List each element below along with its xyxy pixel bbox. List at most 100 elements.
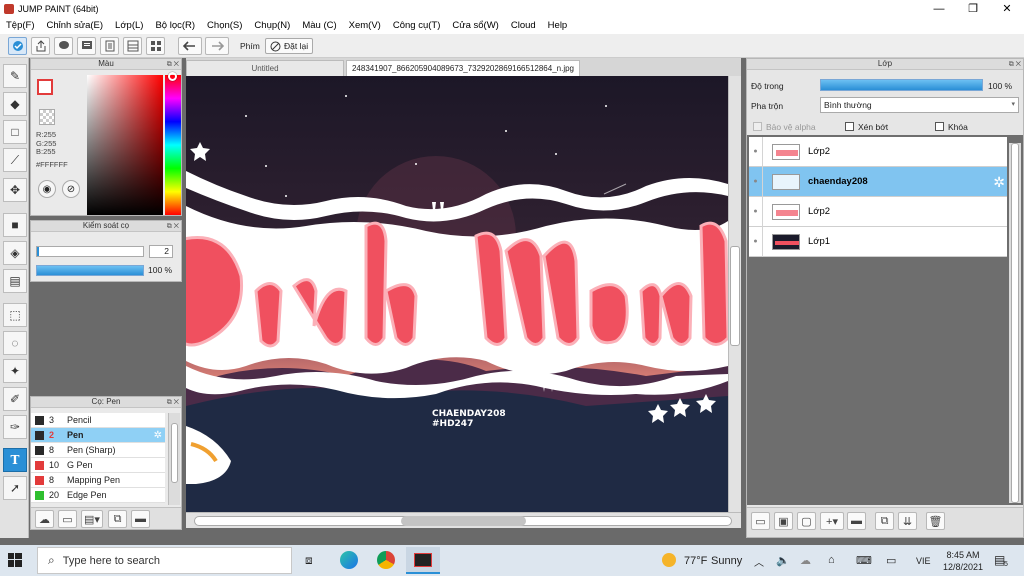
close-button[interactable]: ✕: [990, 0, 1024, 17]
new-raster-layer-icon[interactable]: ▢: [797, 512, 816, 530]
hue-handle[interactable]: [168, 72, 177, 81]
duplicate-layer-icon[interactable]: ⧉: [875, 512, 894, 530]
brush-item-pen[interactable]: 2 Pen ✲: [31, 428, 165, 443]
windows-start-icon[interactable]: [8, 553, 22, 569]
canvas-vertical-scrollbar[interactable]: [728, 76, 741, 512]
brush-item-pencil[interactable]: 3 Pencil: [31, 413, 165, 428]
clipping-checkbox[interactable]: [845, 122, 854, 131]
brush-opacity-slider[interactable]: [36, 265, 144, 276]
brush-add-menu-icon[interactable]: ▤▾: [81, 510, 103, 528]
canvas-horizontal-scrollbar[interactable]: [186, 512, 741, 528]
scrollbar-thumb[interactable]: [401, 516, 526, 526]
menu-select[interactable]: Chọn(S): [201, 20, 248, 31]
rect-select-tool-icon[interactable]: ⬚: [3, 303, 27, 327]
merge-layer-icon[interactable]: ⇊: [898, 512, 917, 530]
layer-settings-gear-icon[interactable]: ✲: [993, 174, 1005, 191]
menu-color[interactable]: Màu (C): [296, 20, 342, 31]
fill-shape-tool-icon[interactable]: ■: [3, 213, 27, 237]
edge-browser-icon[interactable]: [340, 551, 358, 569]
grid-settings-icon[interactable]: [146, 37, 165, 55]
new-folder-icon[interactable]: ▬: [847, 512, 866, 530]
select-pen-tool-icon[interactable]: ✐: [3, 387, 27, 411]
lasso-tool-icon[interactable]: ◌: [3, 331, 27, 355]
layer-visibility-icon[interactable]: ●: [749, 166, 763, 197]
saturation-value-picker[interactable]: [87, 75, 163, 215]
brush-folder-icon[interactable]: ▬: [131, 510, 150, 528]
chevron-up-icon[interactable]: ︿: [754, 554, 764, 569]
layer-visibility-icon[interactable]: ●: [749, 226, 763, 257]
menu-view[interactable]: Xem(V): [343, 20, 387, 31]
jump-paint-taskbar-icon[interactable]: [406, 547, 440, 574]
eraser-tool-icon[interactable]: ◆: [3, 92, 27, 116]
page-icon[interactable]: [100, 37, 119, 55]
menu-file[interactable]: Tệp(F): [0, 20, 41, 31]
menu-cloud[interactable]: Cloud: [505, 20, 542, 31]
tab-untitled[interactable]: Untitled: [186, 60, 344, 76]
panel-controls-icon[interactable]: ⧉ ✕: [1009, 60, 1021, 70]
layer-row[interactable]: ● Lớp2: [749, 196, 1007, 227]
export-icon[interactable]: [31, 37, 50, 55]
brush-item-pen-sharp[interactable]: 8 Pen (Sharp): [31, 443, 165, 458]
new-layer-icon[interactable]: ▭: [751, 512, 770, 530]
menu-tools[interactable]: Công cụ(T): [387, 20, 447, 31]
layer-list-scrollbar[interactable]: [1009, 143, 1021, 503]
cloud-sync-icon[interactable]: [8, 37, 27, 55]
scrollbar-thumb[interactable]: [1011, 143, 1019, 503]
foreground-color-swatch[interactable]: [37, 79, 53, 95]
operation-tool-icon[interactable]: ➚: [3, 476, 27, 500]
scrollbar-thumb[interactable]: [730, 246, 740, 346]
weather-temperature[interactable]: 77°F: [684, 555, 707, 567]
undo-icon[interactable]: [178, 37, 202, 55]
chrome-browser-icon[interactable]: [377, 551, 395, 569]
speech-icon[interactable]: [77, 37, 96, 55]
new-brush-icon[interactable]: ▭: [58, 510, 77, 528]
menu-help[interactable]: Help: [542, 20, 574, 31]
pen-tool-icon[interactable]: ✎: [3, 64, 27, 88]
lock-checkbox[interactable]: [935, 122, 944, 131]
tab-artwork[interactable]: 248341907_866205904089673_73292028691665…: [346, 60, 580, 76]
weather-description[interactable]: Sunny: [711, 555, 742, 567]
gradient-tool-icon[interactable]: ▤: [3, 269, 27, 293]
brush-copy-icon[interactable]: ⧉: [108, 510, 127, 528]
brush-cloud-icon[interactable]: ☁: [35, 510, 54, 528]
artwork-canvas[interactable]: CHAENDAY208 #HD247: [186, 76, 728, 512]
maximize-button[interactable]: ❐: [956, 0, 990, 17]
panel-controls-icon[interactable]: ⧉ ✕: [167, 60, 179, 70]
text-tool-icon[interactable]: T: [3, 448, 27, 472]
brush-list-scrollbar[interactable]: [168, 413, 180, 505]
volume-icon[interactable]: 🔈: [776, 554, 790, 567]
layer-opacity-slider[interactable]: [820, 79, 983, 91]
brush-item-g-pen[interactable]: 10 G Pen: [31, 458, 165, 473]
new-layer-type-icon[interactable]: ▣: [774, 512, 793, 530]
menu-window[interactable]: Cửa sổ(W): [446, 20, 504, 31]
layer-visibility-icon[interactable]: ●: [749, 136, 763, 167]
magic-wand-tool-icon[interactable]: ✦: [3, 359, 27, 383]
move-tool-icon[interactable]: ✥: [3, 178, 27, 202]
dot-tool-icon[interactable]: □: [3, 120, 27, 144]
onedrive-icon[interactable]: ☁: [800, 554, 811, 567]
comment-icon[interactable]: [54, 37, 73, 55]
menu-capture[interactable]: Chụp(N): [248, 20, 296, 31]
smudge-tool-icon[interactable]: ⟋: [3, 148, 27, 172]
tablet-icon[interactable]: ▭: [886, 554, 896, 567]
layer-row-selected[interactable]: ● chaenday208 ✲: [749, 166, 1007, 197]
brush-item-edge-pen[interactable]: 20 Edge Pen: [31, 488, 165, 503]
brush-size-slider[interactable]: [36, 246, 144, 257]
redo-icon[interactable]: [205, 37, 229, 55]
keyboard-icon[interactable]: ⌨: [856, 554, 872, 567]
brush-size-input[interactable]: 2: [149, 245, 173, 258]
brush-settings-gear-icon[interactable]: ✲: [154, 430, 162, 441]
task-view-icon[interactable]: ⧈: [305, 553, 313, 568]
language-indicator[interactable]: VIE: [916, 556, 931, 566]
select-eraser-tool-icon[interactable]: ✑: [3, 415, 27, 439]
transparent-color-swatch[interactable]: [39, 109, 55, 125]
panel-controls-icon[interactable]: ⧉ ✕: [167, 222, 179, 232]
network-icon[interactable]: ⌂: [828, 554, 835, 566]
reset-button[interactable]: Đặt lại: [265, 38, 314, 54]
palette-icon[interactable]: ◉: [38, 180, 56, 198]
delete-layer-icon[interactable]: 🗑: [926, 512, 945, 530]
panel-controls-icon[interactable]: ⧉ ✕: [167, 398, 179, 408]
layer-row[interactable]: ● Lớp1: [749, 226, 1007, 257]
blend-mode-select[interactable]: Bình thường ▾: [820, 97, 1019, 113]
minimize-button[interactable]: —: [922, 0, 956, 17]
